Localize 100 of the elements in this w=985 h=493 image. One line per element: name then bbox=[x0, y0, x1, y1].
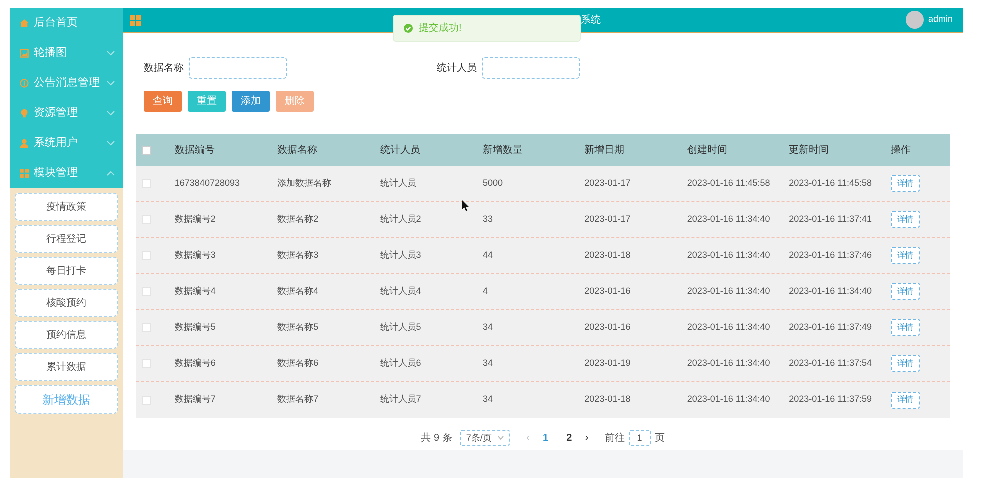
detail-button[interactable]: 详情 bbox=[890, 319, 920, 336]
column-header: 创建时间 bbox=[687, 144, 728, 156]
table-cell: 2023-01-16 11:34:40 bbox=[687, 358, 770, 368]
page-input[interactable]: 1 bbox=[628, 430, 651, 446]
table-cell: 34 bbox=[482, 358, 493, 368]
menu-item[interactable]: 公告消息管理 bbox=[10, 68, 123, 98]
table-cell: 数据编号6 bbox=[174, 358, 216, 368]
table-cell: 2023-01-16 11:34:40 bbox=[687, 322, 770, 332]
detail-button[interactable]: 详情 bbox=[890, 175, 920, 192]
table-cell: 数据名称6 bbox=[278, 358, 319, 368]
table-cell: 统计人员3 bbox=[380, 250, 422, 260]
detail-button[interactable]: 详情 bbox=[890, 247, 920, 264]
table-cell: 数据名称7 bbox=[278, 394, 319, 404]
table-cell: 数据编号5 bbox=[174, 322, 216, 332]
table-cell: 统计人员 bbox=[380, 178, 416, 188]
user-icon bbox=[20, 138, 29, 148]
detail-button[interactable]: 详情 bbox=[890, 392, 920, 408]
table-cell: 33 bbox=[482, 214, 493, 224]
table-cell: 2023-01-16 11:37:41 bbox=[789, 214, 872, 224]
submenu-item[interactable]: 疫情政策 bbox=[15, 193, 118, 221]
pointer-icon bbox=[462, 200, 470, 212]
page-button[interactable]: 2 bbox=[562, 430, 578, 446]
table-cell: 2023-01-16 bbox=[584, 322, 631, 332]
column-header: 统计人员 bbox=[380, 144, 420, 156]
table-cell: 2023-01-19 bbox=[584, 358, 631, 368]
table-cell: 5000 bbox=[482, 178, 503, 188]
submenu-item[interactable]: 核酸预约 bbox=[15, 289, 118, 317]
menu-item[interactable]: 轮播图 bbox=[10, 38, 123, 68]
checkbox[interactable] bbox=[142, 323, 151, 332]
page-size-select[interactable]: 7条/页 bbox=[460, 430, 510, 446]
next-page-button[interactable]: › bbox=[585, 430, 589, 446]
table-cell: 统计人员5 bbox=[380, 322, 422, 332]
system-title: 系统 bbox=[581, 14, 601, 28]
checkbox[interactable] bbox=[142, 359, 151, 368]
text-field[interactable] bbox=[189, 57, 287, 79]
detail-button[interactable]: 详情 bbox=[890, 355, 920, 372]
table-cell: 添加数据名称 bbox=[278, 178, 332, 188]
toast-message: 提交成功! bbox=[419, 22, 462, 36]
table-cell: 数据编号2 bbox=[174, 214, 216, 224]
table-cell: 2023-01-17 bbox=[584, 214, 631, 224]
table-cell: 数据编号4 bbox=[174, 286, 216, 296]
goto-label: 前往 bbox=[604, 432, 625, 446]
table-cell: 2023-01-18 bbox=[584, 394, 631, 404]
table-cell: 1673840728093 bbox=[174, 178, 240, 188]
checkbox[interactable] bbox=[142, 287, 151, 296]
column-header: 更新时间 bbox=[789, 144, 830, 156]
total-count: 共 9 条 bbox=[421, 432, 452, 446]
user-name[interactable]: admin bbox=[928, 13, 953, 27]
table-cell: 34 bbox=[482, 394, 493, 404]
page-button[interactable]: 1 bbox=[538, 430, 554, 446]
checkbox[interactable] bbox=[142, 251, 151, 260]
table-cell: 4 bbox=[482, 286, 488, 296]
table-cell: 统计人员4 bbox=[380, 286, 422, 296]
menu-item[interactable]: 后台首页 bbox=[10, 8, 123, 38]
add-button[interactable]: 添加 bbox=[232, 91, 270, 112]
table-cell: 2023-01-16 11:37:59 bbox=[789, 394, 872, 404]
detail-button[interactable]: 详情 bbox=[890, 211, 920, 228]
chevron-down-icon bbox=[498, 436, 504, 440]
field-label: 数据名称 bbox=[144, 62, 184, 76]
prev-page-button[interactable]: ‹ bbox=[526, 430, 530, 446]
table-cell: 2023-01-16 11:34:40 bbox=[687, 250, 770, 260]
submenu-item[interactable]: 行程登记 bbox=[15, 225, 118, 253]
reset-button[interactable]: 重置 bbox=[188, 91, 226, 112]
table-cell: 34 bbox=[482, 322, 493, 332]
column-header: 数据编号 bbox=[174, 144, 215, 156]
table-cell: 数据名称2 bbox=[278, 214, 319, 224]
table-cell: 2023-01-16 11:45:58 bbox=[789, 178, 872, 188]
table-cell: 统计人员7 bbox=[380, 394, 422, 404]
grid-icon[interactable] bbox=[130, 14, 141, 26]
bulb-icon bbox=[20, 108, 29, 118]
table-cell: 2023-01-16 11:37:46 bbox=[789, 250, 872, 260]
table-cell: 数据编号7 bbox=[174, 394, 216, 404]
menu-item[interactable]: 系统用户 bbox=[10, 128, 123, 158]
submenu-item[interactable]: 新增数据 bbox=[15, 385, 118, 414]
search-button[interactable]: 查询 bbox=[144, 91, 182, 112]
text-field[interactable] bbox=[482, 57, 580, 79]
checkbox[interactable] bbox=[142, 179, 151, 188]
table-cell: 数据名称5 bbox=[278, 322, 319, 332]
table-cell: 2023-01-16 11:37:54 bbox=[789, 358, 872, 368]
table-cell: 数据名称3 bbox=[278, 250, 319, 260]
grid-icon bbox=[20, 168, 29, 178]
checkbox[interactable] bbox=[142, 215, 151, 224]
table-cell: 统计人员6 bbox=[380, 358, 422, 368]
column-header: 新增数量 bbox=[482, 144, 523, 156]
detail-button[interactable]: 详情 bbox=[890, 283, 920, 300]
menu-item[interactable]: 模块管理 bbox=[10, 158, 123, 188]
checkbox[interactable] bbox=[142, 146, 151, 154]
page-suffix: 页 bbox=[654, 432, 665, 446]
submenu-item[interactable]: 每日打卡 bbox=[15, 257, 118, 285]
table-cell: 2023-01-16 11:34:40 bbox=[687, 394, 770, 404]
avatar[interactable] bbox=[906, 11, 924, 29]
column-header: 新增日期 bbox=[584, 144, 625, 156]
menu-item[interactable]: 资源管理 bbox=[10, 98, 123, 128]
column-header: 操作 bbox=[890, 144, 911, 156]
table-cell: 2023-01-18 bbox=[584, 250, 631, 260]
table-cell: 2023-01-16 11:34:40 bbox=[687, 286, 770, 296]
submenu-item[interactable]: 累计数据 bbox=[15, 353, 118, 381]
checkbox[interactable] bbox=[142, 396, 151, 404]
submenu-item[interactable]: 预约信息 bbox=[15, 321, 118, 349]
home-icon bbox=[20, 18, 29, 28]
